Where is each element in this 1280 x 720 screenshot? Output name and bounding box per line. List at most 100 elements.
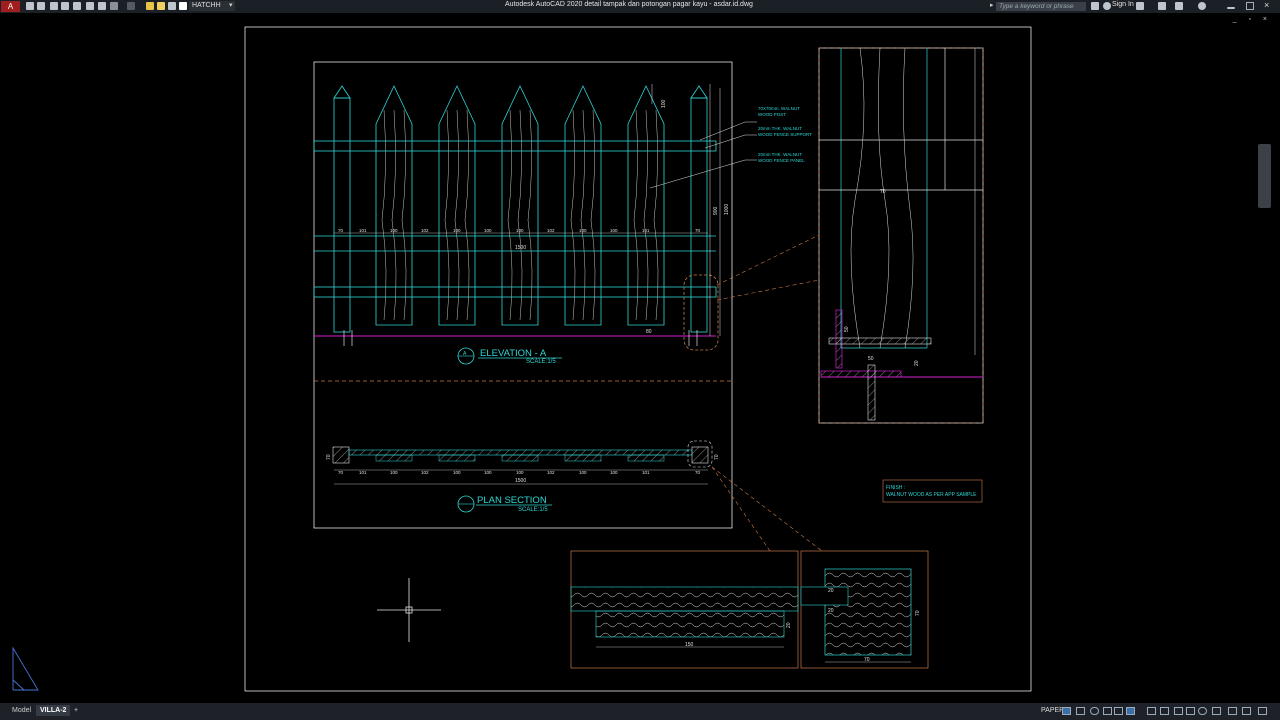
dim-inner-height-label: 900 bbox=[713, 206, 719, 215]
lock-icon[interactable] bbox=[168, 2, 176, 10]
elev-dim-label: 102 bbox=[547, 228, 555, 233]
elev-dim-label: 70 bbox=[338, 228, 344, 233]
plan-post-left bbox=[332, 446, 350, 464]
finish-note-box bbox=[882, 479, 983, 503]
lineweight-icon[interactable] bbox=[1126, 707, 1135, 715]
plan-dim-label: 100 bbox=[390, 470, 398, 475]
elev-dim-label: 100 bbox=[516, 228, 524, 233]
tab-model[interactable]: Model bbox=[8, 705, 35, 716]
elev-dim-label: 70 bbox=[695, 228, 701, 233]
wood-grain bbox=[381, 109, 387, 321]
navigation-bar[interactable] bbox=[1258, 144, 1271, 208]
annotation-visibility-icon[interactable] bbox=[1186, 707, 1195, 715]
elev-dim-label: 100 bbox=[610, 228, 618, 233]
plan-dim-label: 100 bbox=[610, 470, 618, 475]
sign-in-button[interactable]: Sign In bbox=[1112, 1, 1134, 8]
selection-cycling-icon[interactable] bbox=[1160, 707, 1169, 715]
open-web-icon[interactable] bbox=[73, 2, 81, 10]
fence-picket bbox=[501, 85, 539, 326]
post-section-size: 70 bbox=[864, 657, 870, 663]
save-web-icon[interactable] bbox=[86, 2, 94, 10]
elev-total-label: 1500 bbox=[515, 245, 526, 251]
plan-side-label: 70 bbox=[714, 454, 720, 460]
fence-post-left-top bbox=[333, 85, 351, 99]
grid-icon[interactable] bbox=[1062, 707, 1071, 715]
application-menu-button[interactable]: A bbox=[1, 1, 20, 12]
sync-icon[interactable] bbox=[1175, 2, 1183, 10]
elev-dim-label: 100 bbox=[579, 228, 587, 233]
plan-scale: SCALE:1/5 bbox=[518, 507, 548, 513]
cart-icon[interactable] bbox=[1136, 2, 1144, 10]
post-section-dim-b: 20 bbox=[828, 608, 834, 614]
plan-dim-label: 100 bbox=[579, 470, 587, 475]
title-bar: A HATCHH ▾ Autodesk AutoCAD 2020 detail … bbox=[0, 0, 1280, 13]
transparency-icon[interactable] bbox=[1147, 707, 1156, 715]
note-leaders bbox=[649, 121, 757, 189]
add-layout-tab-button[interactable]: + bbox=[70, 705, 82, 716]
status-bar: Model VILLA-2 + PAPER bbox=[0, 703, 1280, 720]
chevron-down-icon[interactable]: ▾ bbox=[229, 1, 233, 9]
snap-icon[interactable] bbox=[1076, 707, 1085, 715]
sun-icon[interactable] bbox=[157, 2, 165, 10]
share-icon[interactable] bbox=[1158, 2, 1166, 10]
save-icon[interactable] bbox=[50, 2, 58, 10]
post-detail-bolt bbox=[828, 337, 932, 345]
elevation-title: ELEVATION - A bbox=[480, 348, 547, 359]
help-icon[interactable] bbox=[1198, 2, 1206, 10]
isodraft-icon[interactable] bbox=[1103, 707, 1112, 715]
workspace-gear-icon[interactable] bbox=[1198, 707, 1207, 715]
plan-total-label: 1500 bbox=[515, 478, 526, 484]
annotation-scale-icon[interactable] bbox=[1174, 707, 1183, 715]
redo-icon[interactable] bbox=[127, 2, 135, 10]
material-note-line: WOOD FENCE PANEL bbox=[758, 158, 805, 163]
elev-dim-label: 100 bbox=[390, 228, 398, 233]
wood-grain bbox=[517, 109, 523, 321]
height-dimensions bbox=[651, 84, 721, 336]
close-icon[interactable]: × bbox=[1264, 0, 1269, 10]
add-icon[interactable] bbox=[1212, 707, 1221, 715]
post-detail-base bbox=[820, 370, 902, 378]
plan-board bbox=[438, 454, 476, 462]
paper-space-toggle[interactable]: PAPER bbox=[1041, 707, 1064, 714]
plot-icon[interactable] bbox=[98, 2, 106, 10]
new-icon[interactable] bbox=[26, 2, 34, 10]
binoculars-icon[interactable] bbox=[1091, 2, 1099, 10]
open-icon[interactable] bbox=[37, 2, 45, 10]
layer-color-icon[interactable] bbox=[179, 2, 187, 10]
save-as-icon[interactable] bbox=[61, 2, 69, 10]
finish-text: WALNUT WOOD AS PER APP SAMPLE bbox=[886, 492, 977, 498]
post-section-slot bbox=[800, 586, 849, 606]
wood-grain bbox=[464, 109, 470, 321]
fence-post-right-top bbox=[690, 85, 708, 99]
plan-dim-label: 70 bbox=[338, 470, 344, 475]
fence-picket bbox=[564, 85, 602, 326]
wood-grain bbox=[633, 109, 639, 321]
maximize-icon[interactable] bbox=[1246, 2, 1254, 10]
osnap-icon[interactable] bbox=[1114, 707, 1123, 715]
elevation-scale: SCALE:1/5 bbox=[526, 359, 556, 365]
customization-icon[interactable] bbox=[1258, 707, 1267, 715]
material-note-line: WOOD POST bbox=[758, 112, 786, 117]
post-detail-dim-post: 70 bbox=[880, 189, 886, 195]
rail-detail-bar bbox=[595, 610, 785, 638]
lightbulb-icon[interactable] bbox=[146, 2, 154, 10]
undo-icon[interactable] bbox=[110, 2, 118, 10]
plan-dim-label: 100 bbox=[484, 470, 492, 475]
detail-leaders bbox=[711, 234, 823, 552]
wood-grain bbox=[401, 109, 407, 321]
post-section-dim-a: 20 bbox=[828, 588, 834, 594]
drawing-canvas[interactable]: 1000 900 100 80 70 101 100 102 100 100 100 102 1… bbox=[0, 13, 1280, 703]
polar-icon[interactable] bbox=[1090, 707, 1099, 715]
plan-dim-label: 100 bbox=[516, 470, 524, 475]
user-icon[interactable] bbox=[1103, 2, 1111, 10]
wood-grain bbox=[527, 109, 533, 321]
fullscreen-icon[interactable] bbox=[1242, 707, 1251, 715]
plan-dimensions: 70 101 100 102 100 100 100 102 100 100 101 70 bbox=[338, 470, 701, 475]
tab-villa-2[interactable]: VILLA-2 bbox=[36, 705, 71, 716]
search-arrow-icon[interactable]: ▸ bbox=[990, 1, 994, 9]
post-section bbox=[824, 568, 912, 656]
minimize-icon[interactable] bbox=[1227, 7, 1235, 9]
search-input[interactable]: Type a keyword or phrase bbox=[996, 2, 1086, 11]
isolate-icon[interactable] bbox=[1228, 707, 1237, 715]
wood-grain bbox=[454, 109, 460, 321]
